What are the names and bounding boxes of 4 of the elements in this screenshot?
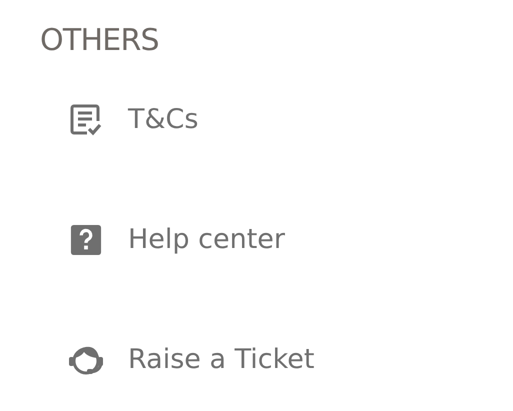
menu-link[interactable]: Help center — [128, 222, 286, 258]
menu-link[interactable]: T&Cs — [128, 102, 198, 138]
menu-link[interactable]: Raise a Ticket — [128, 342, 314, 378]
section-heading: OTHERS — [40, 22, 159, 60]
